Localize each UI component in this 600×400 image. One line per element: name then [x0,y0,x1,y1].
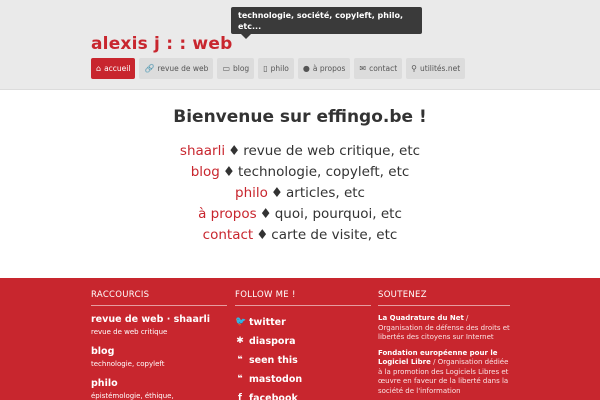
envelope-icon: ✉ [359,63,367,73]
tooltip-text: technologie, société, copyleft, philo, e… [238,11,403,31]
support-list: La Quadrature du Net / Organisation de d… [378,314,510,396]
follow-link-4[interactable]: f facebook [235,389,371,400]
nav-item-label: utilités.net [420,64,461,73]
intro-link[interactable]: shaarli [180,143,225,159]
support-heading: SOUTENEZ [378,290,510,306]
footer-shortcuts: RACCOURCIS revue de web · shaarli revue d… [91,290,227,400]
intro-link-row: contact ♦ carte de visite, etc [0,225,600,246]
main-content: Bienvenue sur effingo.be ! shaarli ♦ revue… [0,91,600,278]
intro-link[interactable]: contact [203,227,254,243]
nav-item-label: revue de web [157,64,209,73]
nav-item-1[interactable]: 🔗 revue de web [139,58,214,79]
nav-item-label: contact [369,64,398,73]
diamond-separator: ♦ [270,185,283,201]
diamond-separator: ♦ [259,206,272,222]
intro-link-description: technologie, copyleft, etc [237,164,410,180]
shortcut-description: revue de web critique [91,328,168,336]
diamond-separator: ♦ [228,143,241,159]
follow-link-3[interactable]: ❝ mastodon [235,370,371,389]
facebook-icon: f [238,393,242,400]
diamond-separator: ♦ [256,227,269,243]
shortcuts-list: revue de web · shaarli revue de web criti… [91,314,227,400]
shortcut-link[interactable]: revue de web · shaarli [91,314,227,325]
support-entry: Fondation européenne pour le Logiciel Li… [378,349,510,397]
shortcut-item: philo épistémologie, éthique, [91,378,227,400]
intro-link-description: articles, etc [286,185,365,201]
shortcut-link[interactable]: blog [91,346,227,357]
support-entry: La Quadrature du Net / Organisation de d… [378,314,510,343]
link-icon: 🔗 [144,63,155,73]
home-icon: ⌂ [96,63,102,73]
nav-item-label: philo [270,64,289,73]
shortcut-item: revue de web · shaarli revue de web criti… [91,314,227,337]
follow-list: 🐦 twitter ✱ diaspora ❝ seen this ❝ mastodon f fac… [235,313,371,400]
nav-item-5[interactable]: ✉ contact [354,58,403,79]
site-title[interactable]: alexis j : : web [91,34,232,54]
intro-link[interactable]: philo [235,185,268,201]
intro-link-row: blog ♦ technologie, copyleft, etc [0,162,600,183]
intro-link-description: quoi, pourquoi, etc [274,206,402,222]
site-header: alexis j : : web technologie, société, c… [0,0,600,90]
intro-link[interactable]: blog [191,164,220,180]
intro-link-description: carte de visite, etc [271,227,398,243]
site-tagline-tooltip: technologie, société, copyleft, philo, e… [231,7,422,39]
intro-link-row: shaarli ♦ revue de web critique, etc [0,141,600,162]
nav-item-label: accueil [104,64,131,73]
shortcut-description: technologie, copyleft [91,360,165,368]
shortcut-item: blog technologie, copyleft [91,346,227,369]
twitter-icon: 🐦 [235,317,247,327]
document-icon: ▯ [263,63,268,73]
follow-link-1[interactable]: ✱ diaspora [235,332,371,351]
main-nav: ⌂ accueil 🔗 revue de web ▭ blog ▯ philo ● à propo… [91,58,466,79]
quote-icon: ❝ [237,355,243,365]
shortcuts-heading: RACCOURCIS [91,290,227,306]
quote-icon: ❝ [237,374,243,384]
intro-link[interactable]: à propos [198,206,257,222]
intro-link-row: philo ♦ articles, etc [0,183,600,204]
page-title: Bienvenue sur effingo.be ! [173,107,427,127]
follow-label: twitter [249,317,286,328]
asterisk-icon: ✱ [236,336,244,346]
tooltip-arrow [241,34,251,39]
follow-heading: FOLLOW ME ! [235,290,371,306]
site-footer: RACCOURCIS revue de web · shaarli revue d… [0,278,600,400]
intro-links: shaarli ♦ revue de web critique, etc blog ♦ t… [0,141,600,246]
follow-label: diaspora [249,336,296,347]
shortcut-description: épistémologie, éthique, [91,392,174,400]
diamond-separator: ♦ [222,164,235,180]
follow-label: seen this [249,355,298,366]
footer-support: SOUTENEZ La Quadrature du Net / Organisa… [378,290,510,400]
follow-label: mastodon [249,374,303,385]
footer-follow: FOLLOW ME ! 🐦 twitter ✱ diaspora ❝ seen this ❝… [235,290,371,400]
nav-item-4[interactable]: ● à propos [297,58,351,79]
follow-label: facebook [249,393,298,400]
nav-item-label: blog [233,64,250,73]
shortcut-link[interactable]: philo [91,378,227,389]
nav-item-2[interactable]: ▭ blog [217,58,255,79]
folder-icon: ▭ [222,63,230,73]
intro-link-description: revue de web critique, etc [243,143,421,159]
search-icon: ⚲ [411,63,418,73]
nav-item-0[interactable]: ⌂ accueil [91,58,136,79]
follow-link-0[interactable]: 🐦 twitter [235,313,371,332]
nav-item-3[interactable]: ▯ philo [258,58,294,79]
support-org-link[interactable]: La Quadrature du Net [378,314,464,322]
follow-link-2[interactable]: ❝ seen this [235,351,371,370]
nav-item-label: à propos [312,64,346,73]
intro-link-row: à propos ♦ quoi, pourquoi, etc [0,204,600,225]
nav-item-6[interactable]: ⚲ utilités.net [406,58,466,79]
user-icon: ● [302,63,310,73]
